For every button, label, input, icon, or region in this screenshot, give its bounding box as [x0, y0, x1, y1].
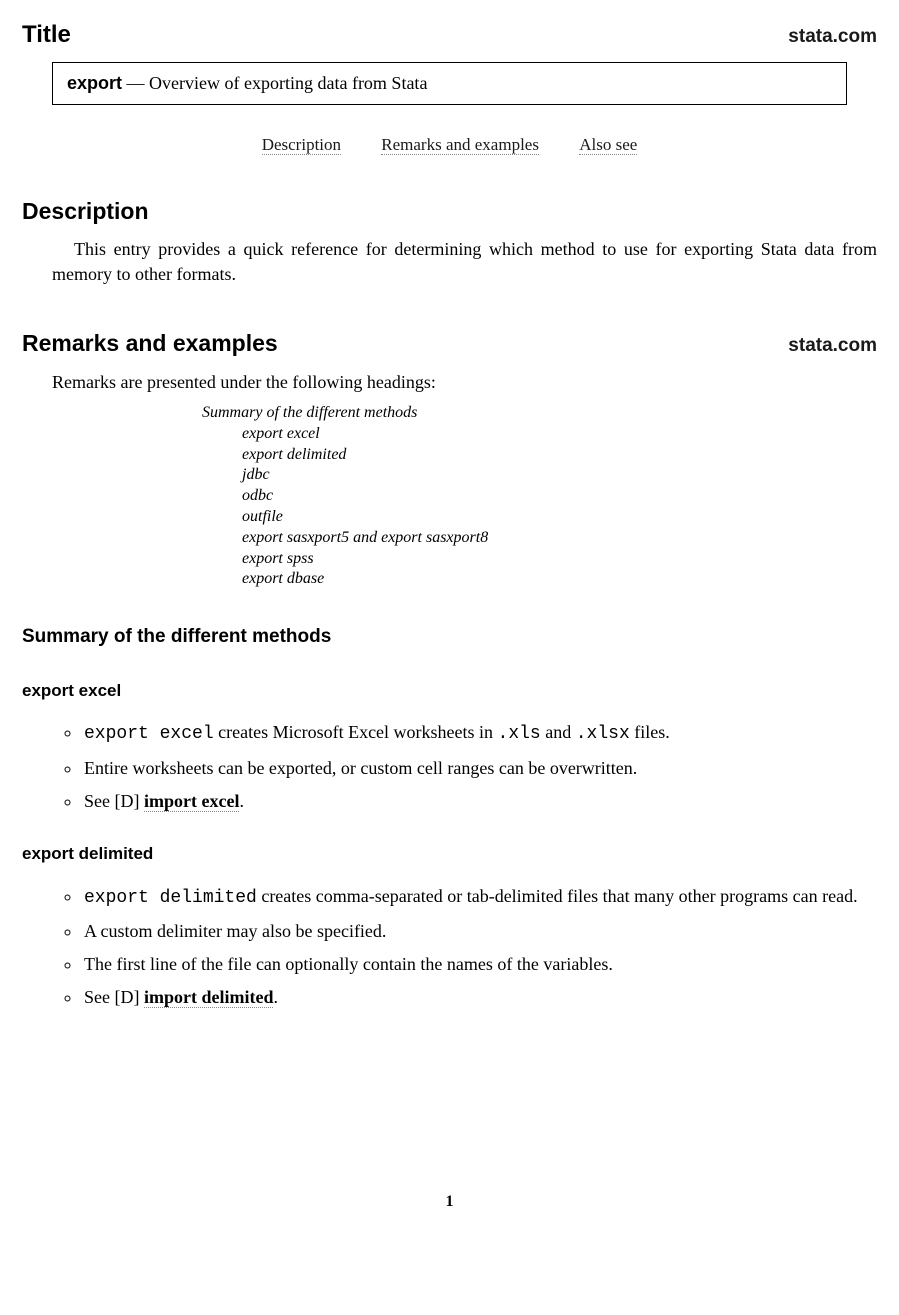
page-title: Title — [22, 18, 71, 52]
list-item: A custom delimiter may also be specified… — [82, 919, 877, 944]
nav-also-see[interactable]: Also see — [579, 135, 637, 155]
code-text: .xls — [498, 724, 541, 744]
title-command: export — [67, 73, 122, 93]
export-delimited-heading: export delimited — [22, 842, 877, 866]
headings-list-item[interactable]: export spss — [242, 549, 877, 570]
description-para: This entry provides a quick reference fo… — [52, 237, 877, 287]
title-box: export — Overview of exporting data from… — [52, 62, 847, 105]
list-item: export excel creates Microsoft Excel wor… — [82, 720, 877, 747]
headings-list-title[interactable]: Summary of the different methods — [202, 403, 877, 424]
headings-list-item[interactable]: export dbase — [242, 569, 877, 590]
export-excel-heading: export excel — [22, 679, 877, 703]
list-item: Entire worksheets can be exported, or cu… — [82, 756, 877, 781]
ref-link-import-excel[interactable]: import excel — [144, 791, 239, 812]
description-heading: Description — [22, 195, 149, 227]
title-dash: — — [122, 73, 149, 93]
headings-list: Summary of the different methods export … — [202, 403, 877, 590]
title-subtitle: Overview of exporting data from Stata — [149, 73, 427, 93]
headings-list-item[interactable]: odbc — [242, 486, 877, 507]
headings-list-item[interactable]: export excel — [242, 424, 877, 445]
ref-link-import-delimited[interactable]: import delimited — [144, 987, 273, 1008]
summary-heading: Summary of the different methods — [22, 624, 877, 651]
nav-remarks[interactable]: Remarks and examples — [381, 135, 539, 155]
remarks-heading: Remarks and examples — [22, 327, 278, 359]
headings-list-item[interactable]: export sasxport5 and export sasxport8 — [242, 528, 877, 549]
remarks-site-link[interactable]: stata.com — [788, 333, 877, 360]
headings-list-item[interactable]: export delimited — [242, 445, 877, 466]
list-item: export delimited creates comma-separated… — [82, 884, 877, 911]
page-number: 1 — [22, 1191, 877, 1213]
list-item: See [D] import excel. — [82, 789, 877, 814]
list-item: See [D] import delimited. — [82, 985, 877, 1010]
title-header: Title stata.com — [22, 18, 877, 52]
nav-description[interactable]: Description — [262, 135, 341, 155]
nav-links: Description Remarks and examples Also se… — [22, 133, 877, 157]
remarks-intro: Remarks are presented under the followin… — [52, 370, 877, 395]
headings-list-item[interactable]: jdbc — [242, 465, 877, 486]
code-text: .xlsx — [576, 724, 630, 744]
site-link[interactable]: stata.com — [788, 24, 877, 51]
remarks-header: Remarks and examples stata.com — [22, 327, 877, 360]
export-excel-list: export excel creates Microsoft Excel wor… — [64, 720, 877, 814]
code-text: export excel — [84, 724, 214, 744]
list-item: The first line of the file can optionall… — [82, 952, 877, 977]
headings-list-item[interactable]: outfile — [242, 507, 877, 528]
description-header: Description — [22, 195, 877, 227]
export-delimited-list: export delimited creates comma-separated… — [64, 884, 877, 1011]
code-text: export delimited — [84, 888, 257, 908]
